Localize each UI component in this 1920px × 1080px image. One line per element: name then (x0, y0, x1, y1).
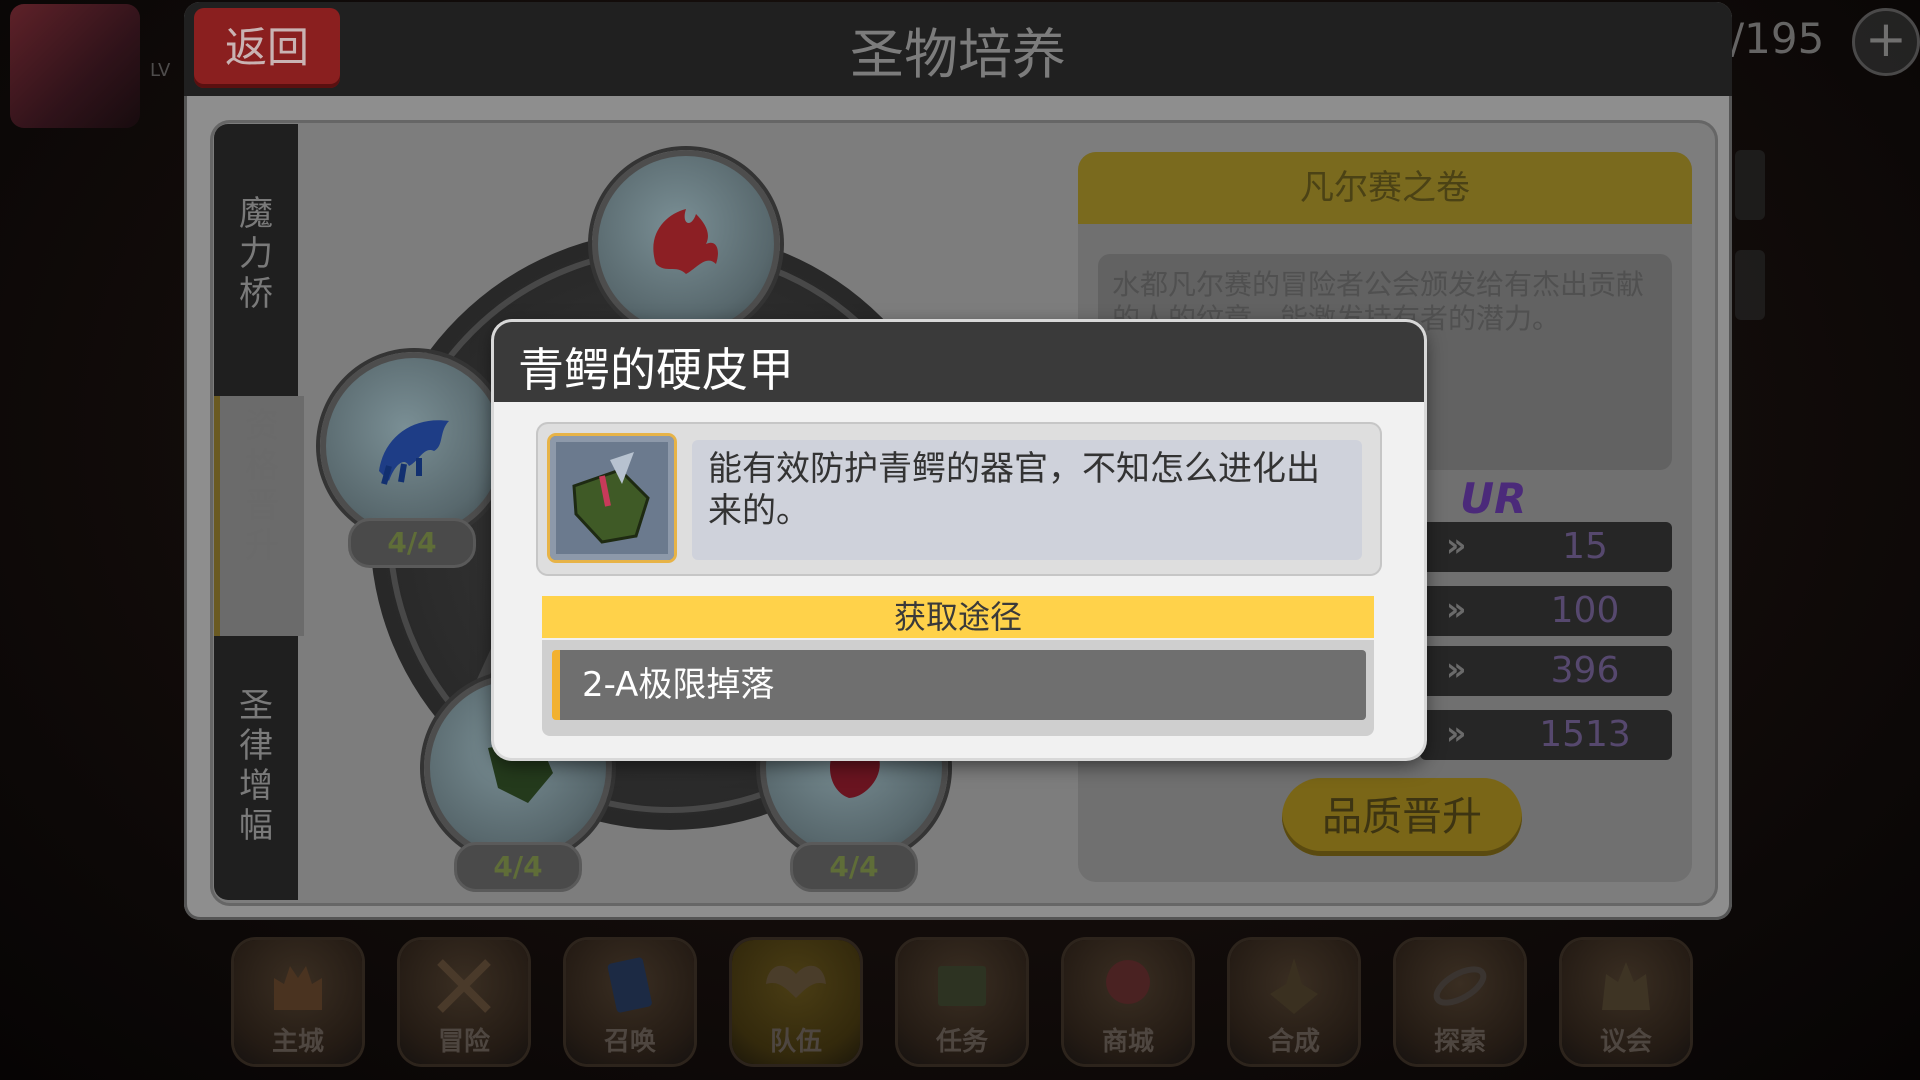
rarity-badge: UR (1460, 474, 1527, 523)
slot-count-left: 4/4 (348, 518, 476, 568)
nav-label: 队伍 (769, 1027, 822, 1057)
swords-icon (437, 959, 491, 1013)
relic-slot-left[interactable] (320, 352, 508, 540)
relic-slot-top[interactable] (592, 150, 780, 338)
add-resource-button[interactable]: + (1852, 8, 1920, 76)
green-armor-icon (572, 452, 650, 544)
nav-label: 议会 (1599, 1027, 1652, 1057)
side-mini-button[interactable] (1735, 250, 1765, 320)
quality-upgrade-button[interactable]: 品质晋升 (1282, 778, 1522, 856)
stat-row: ›› 15 (1420, 522, 1672, 572)
relic-name-header: 凡尔赛之卷 (1078, 152, 1692, 224)
nav-adventure[interactable]: 冒险 (400, 940, 528, 1064)
item-description: 能有效防护青鳄的器官，不知怎么进化出来的。 (692, 440, 1362, 560)
back-button[interactable]: 返回 (194, 8, 340, 88)
nav-label: 探索 (1433, 1027, 1486, 1057)
shop-icon (1106, 960, 1150, 1004)
stat-value: 396 (1550, 650, 1620, 691)
tab-holy-law[interactable]: 圣 律 增 幅 (214, 686, 298, 866)
double-arrow-icon: ›› (1446, 714, 1467, 752)
item-info-box: 能有效防护青鳄的器官，不知怎么进化出来的。 (536, 422, 1382, 576)
item-icon-frame (550, 436, 674, 560)
nav-label: 冒险 (437, 1027, 490, 1057)
double-arrow-icon: ›› (1446, 526, 1467, 564)
player-avatar[interactable] (10, 4, 140, 128)
slot-count-bottom-right: 4/4 (790, 842, 918, 892)
nav-council[interactable]: 议会 (1562, 940, 1690, 1064)
castle-icon (274, 966, 322, 1010)
item-detail-modal[interactable]: 青鳄的硬皮甲 能有效防护青鳄的器官，不知怎么进化出来的。 获取途径 2-A极限掉… (494, 322, 1424, 758)
modal-header: 青鳄的硬皮甲 (494, 322, 1424, 402)
acquire-source-item[interactable]: 2-A极限掉落 (552, 650, 1366, 720)
quest-book-icon (938, 966, 986, 1006)
acquire-source-header: 获取途径 (542, 596, 1374, 638)
stat-value: 15 (1562, 526, 1608, 567)
team-wings-icon (766, 965, 826, 998)
double-arrow-icon: ›› (1446, 650, 1467, 688)
resource-counter: /195 (1730, 14, 1825, 63)
stat-value: 1513 (1539, 714, 1631, 755)
explore-icon (1433, 966, 1487, 1006)
stat-value: 100 (1550, 590, 1620, 631)
tab-qualification[interactable]: 资 格 晋 升 (214, 396, 304, 636)
acquire-source-list: 2-A极限掉落 (542, 640, 1374, 736)
stat-row: ›› 1513 (1420, 710, 1672, 760)
nav-quest[interactable]: 任务 (898, 940, 1026, 1064)
slot-count-bottom-left: 4/4 (454, 842, 582, 892)
nav-summon[interactable]: 召唤 (566, 940, 694, 1064)
double-arrow-icon: ›› (1446, 590, 1467, 628)
vertical-tabs: 魔 力 桥 资 格 晋 升 圣 律 增 幅 (214, 124, 304, 900)
council-icon (1602, 962, 1650, 1010)
modal-title: 青鳄的硬皮甲 (518, 343, 794, 397)
stat-row: ›› 100 (1420, 586, 1672, 636)
stat-row: ›› 396 (1420, 646, 1672, 696)
side-mini-button[interactable] (1735, 150, 1765, 220)
nav-label: 任务 (935, 1027, 988, 1057)
nav-label: 合成 (1267, 1027, 1320, 1057)
window-title: 圣物培养 (850, 23, 1066, 86)
nav-label: 商城 (1101, 1027, 1154, 1057)
blue-claw-icon (379, 420, 449, 485)
red-claw-icon (653, 209, 718, 274)
nav-team[interactable]: 队伍 (732, 940, 860, 1064)
summon-card-icon (607, 957, 652, 1013)
nav-label: 召唤 (603, 1027, 656, 1057)
player-level-label: LV (150, 60, 171, 81)
nav-label: 主城 (271, 1027, 324, 1057)
nav-explore[interactable]: 探索 (1396, 940, 1524, 1064)
nav-shop[interactable]: 商城 (1064, 940, 1192, 1064)
nav-main-city[interactable]: 主城 (234, 940, 362, 1064)
synthesis-icon (1270, 958, 1318, 1014)
tab-mana-bridge[interactable]: 魔 力 桥 (214, 194, 298, 334)
nav-synthesis[interactable]: 合成 (1230, 940, 1358, 1064)
